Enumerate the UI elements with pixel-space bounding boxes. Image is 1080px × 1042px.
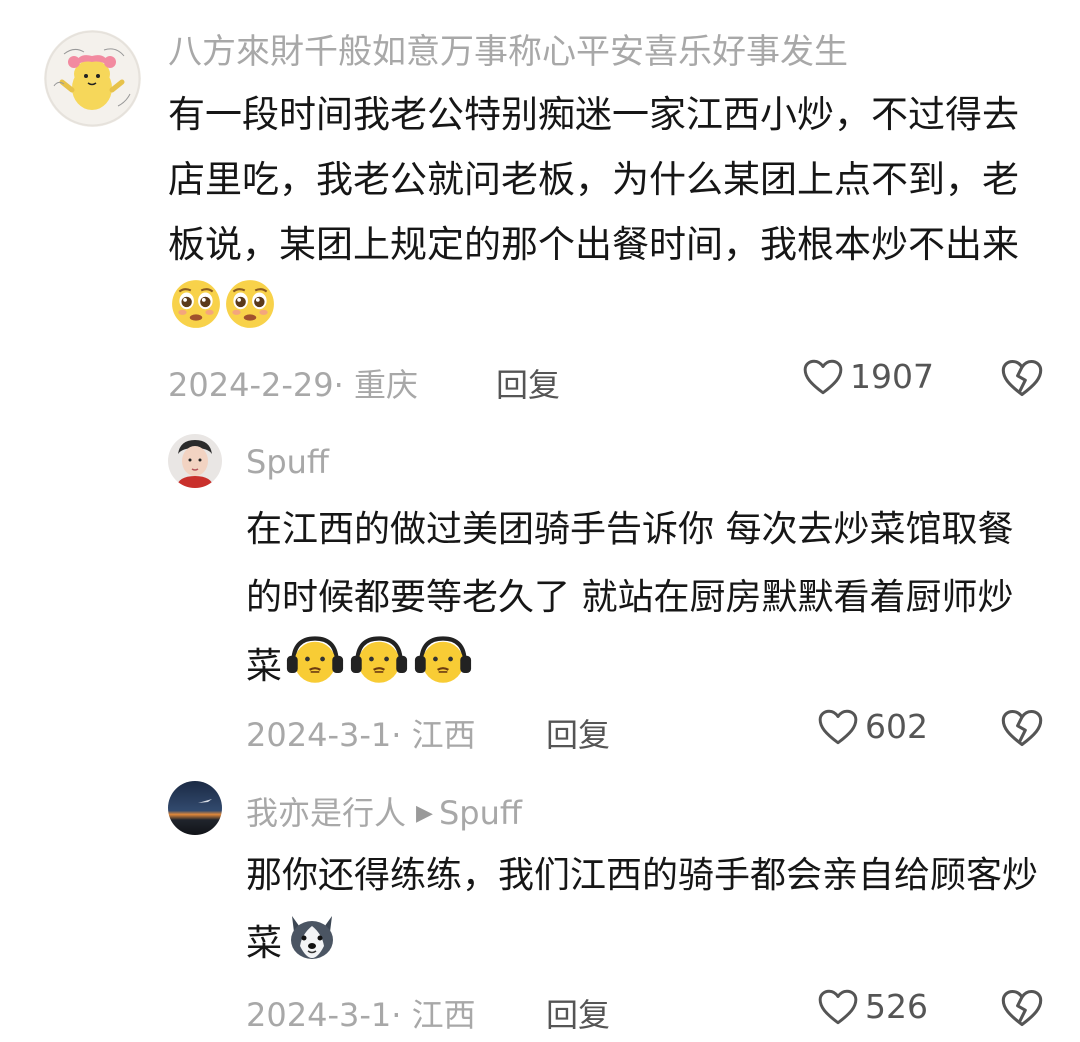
avatar[interactable] [44,30,141,127]
headphones-face-emoji-icon [348,632,410,686]
comment-text: 那你还得练练，我们江西的骑手都会亲自给顾客炒菜 [246,842,1046,978]
comment-location: 江西 [411,996,476,1034]
like-count: 1907 [850,357,934,396]
comment-location: 重庆 [353,366,418,404]
comment-location: 江西 [411,716,476,754]
username[interactable]: Spuff [246,443,329,481]
comment-meta: 2024-2-29· 重庆 [168,360,418,406]
reply-button[interactable]: 回复 [546,990,610,1036]
heart-icon [802,358,844,396]
broken-heart-icon[interactable] [1000,988,1044,1028]
heart-icon [817,988,859,1026]
broken-heart-icon[interactable] [1000,708,1044,748]
like-button[interactable]: 526 [817,987,928,1026]
like-count: 526 [865,987,928,1026]
broken-heart-icon[interactable] [1000,358,1044,398]
username[interactable]: 我亦是行人 [246,794,406,832]
avatar[interactable] [168,781,222,835]
like-button[interactable]: 1907 [802,357,934,396]
comment-text-content: 那你还得练练，我们江西的骑手都会亲自给顾客炒菜 [246,855,1039,964]
pleading-face-emoji-icon [224,278,276,330]
comment-meta: 2024-3-1· 江西 [246,990,476,1036]
headphones-face-emoji-icon [284,632,346,686]
like-button[interactable]: 602 [817,707,928,746]
headphones-face-emoji-icon [412,632,474,686]
comment-date: 2024-3-1· [246,716,402,754]
husky-dog-emoji-icon [284,911,340,963]
comment-text-content: 有一段时间我老公特别痴迷一家江西小炒，不过得去店里吃，我老公就问老板，为什么某团… [168,93,1019,266]
username-line: 我亦是行人 ▶ Spuff [246,788,522,834]
comment-text: 在江西的做过美团骑手告诉你 每次去炒菜馆取餐的时候都要等老久了 就站在厨房默默看… [246,496,1046,701]
reply-arrow-icon: ▶ [416,801,433,826]
pleading-face-emoji-icon [170,278,222,330]
comment-date: 2024-3-1· [246,996,402,1034]
comment-date: 2024-2-29· [168,366,344,404]
avatar[interactable] [168,434,222,488]
reply-button[interactable]: 回复 [496,360,560,406]
reply-button[interactable]: 回复 [546,710,610,756]
comment-text: 有一段时间我老公特别痴迷一家江西小炒，不过得去店里吃，我老公就问老板，为什么某团… [168,82,1048,342]
username[interactable]: 八方來財千般如意万事称心平安喜乐好事发生 [168,24,848,73]
like-count: 602 [865,707,928,746]
heart-icon [817,708,859,746]
comment-meta: 2024-3-1· 江西 [246,710,476,756]
reply-to-username[interactable]: Spuff [439,794,522,832]
